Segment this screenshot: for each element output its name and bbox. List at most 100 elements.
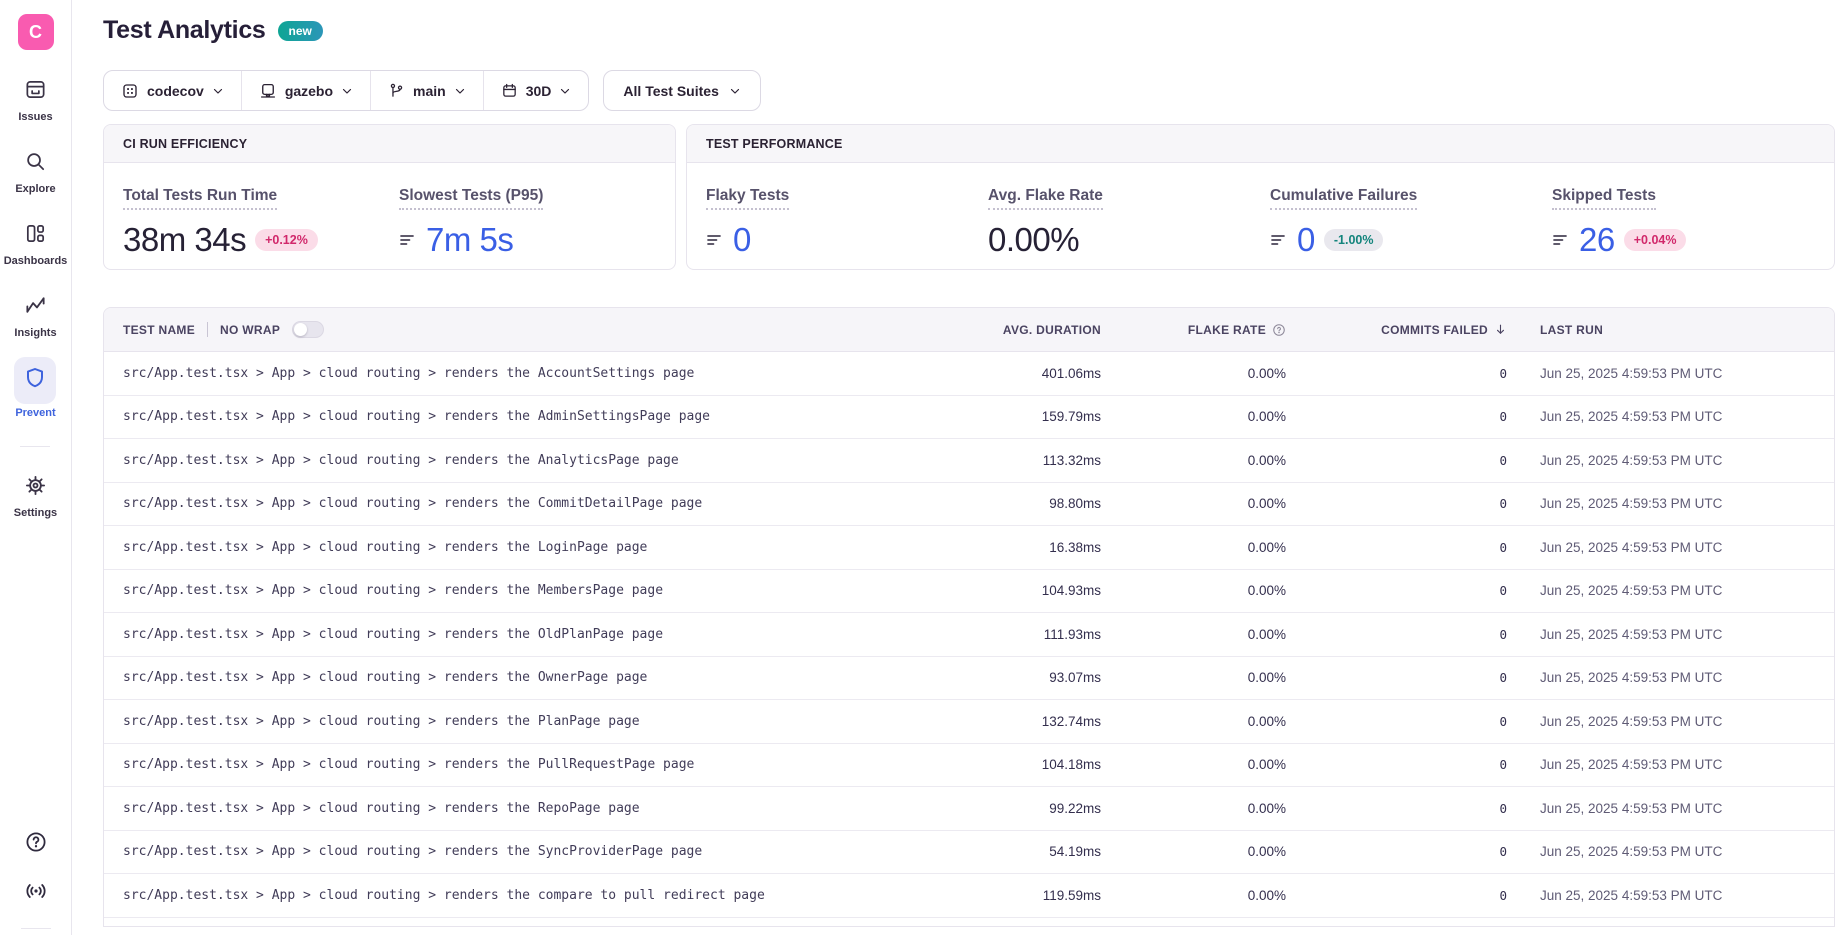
git-branch-icon [388,82,405,99]
flake-rate-cell: 0.00% [1101,627,1286,642]
sidebar-item-label: Insights [14,327,56,339]
metric-avg-flake-rate: Avg. Flake Rate 0.00% [988,187,1270,259]
calendar-icon [501,82,518,99]
metric-label[interactable]: Slowest Tests (P95) [399,187,543,210]
commits-failed-cell: 0 [1286,888,1507,903]
avg-duration-cell: 99.22ms [981,801,1101,816]
commits-failed-header[interactable]: COMMITS FAILED [1381,323,1488,337]
ci-run-efficiency-panel: CI RUN EFFICIENCY Total Tests Run Time 3… [103,124,676,270]
metric-label[interactable]: Skipped Tests [1552,187,1656,210]
metric-label[interactable]: Avg. Flake Rate [988,187,1103,210]
test-suites-dropdown[interactable]: All Test Suites [603,70,760,111]
metric-cumulative-failures: Cumulative Failures 0 -1.00% [1270,187,1552,259]
last-run-header[interactable]: LAST RUN [1540,323,1603,337]
table-row[interactable]: src/App.test.tsx > App > cloud routing >… [104,570,1834,614]
filter-lines-icon[interactable] [706,231,724,249]
table-row[interactable]: src/App.test.tsx > App > cloud routing >… [104,352,1834,396]
org-filter-value: codecov [147,83,204,99]
avg-duration-header[interactable]: AVG. DURATION [1003,323,1101,337]
flake-rate-cell: 0.00% [1101,540,1286,555]
table-row[interactable]: src/App.test.tsx > App > cloud routing >… [104,526,1834,570]
table-row[interactable]: src/App.test.tsx > App > cloud routing >… [104,787,1834,831]
metric-value[interactable]: 0 [733,221,751,259]
sidebar-item-label: Explore [15,183,55,195]
sidebar-item-prevent[interactable]: Prevent [15,366,55,419]
sidebar-item-explore[interactable]: Explore [15,150,55,195]
test-name-header[interactable]: TEST NAME [123,323,195,337]
no-wrap-label: NO WRAP [220,323,280,337]
chevron-down-icon [454,85,466,97]
table-row[interactable]: src/App.test.tsx > App > cloud routing >… [104,831,1834,875]
test-name-cell: src/App.test.tsx > App > cloud routing >… [104,496,981,511]
sidebar-item-settings[interactable]: Settings [14,474,57,519]
table-row[interactable]: src/App.test.tsx > App > cloud routing >… [104,874,1834,918]
metric-value[interactable]: 7m 5s [426,221,513,259]
test-name-cell: src/App.test.tsx > App > cloud routing >… [104,844,981,859]
last-run-cell: Jun 25, 2025 4:59:53 PM UTC [1507,844,1834,859]
filter-lines-icon[interactable] [399,231,417,249]
codecov-logo[interactable]: C [18,14,54,50]
info-icon[interactable] [1272,323,1286,337]
insights-chart-icon [24,294,47,322]
sidebar-item-dashboards[interactable]: Dashboards [4,222,68,267]
table-row[interactable]: src/App.test.tsx > App > cloud routing >… [104,744,1834,788]
org-icon [121,82,139,100]
chevron-down-icon [341,85,353,97]
sidebar-bottom [21,830,51,935]
sort-desc-arrow-icon[interactable] [1494,323,1507,336]
metric-value[interactable]: 26 [1579,221,1615,259]
sidebar-item-issues[interactable]: Issues [18,78,52,123]
flake-rate-header[interactable]: FLAKE RATE [1188,323,1266,337]
metric-label[interactable]: Cumulative Failures [1270,187,1417,210]
last-run-cell: Jun 25, 2025 4:59:53 PM UTC [1507,670,1834,685]
metric-value[interactable]: 0 [1297,221,1315,259]
gear-icon [24,474,47,502]
commits-failed-cell: 0 [1286,409,1507,424]
filter-lines-icon[interactable] [1552,231,1570,249]
table-row[interactable]: src/App.test.tsx > App > cloud routing >… [104,439,1834,483]
avg-duration-cell: 104.18ms [981,757,1101,772]
tests-table: TEST NAME NO WRAP AVG. DURATION FLAKE RA… [103,307,1835,927]
chevron-down-icon [559,85,571,97]
avg-duration-cell: 54.19ms [981,844,1101,859]
sidebar: C Issues E [0,0,72,935]
date-range-dropdown[interactable]: 30D [483,71,589,110]
repo-filter-value: gazebo [285,83,333,99]
branch-filter-dropdown[interactable]: main [370,71,483,110]
trend-badge: +0.12% [255,229,318,251]
chevron-down-icon [212,85,224,97]
test-name-cell: src/App.test.tsx > App > cloud routing >… [104,670,981,685]
page-header: Test Analytics new [103,16,1835,45]
repo-icon [259,82,277,100]
metric-label[interactable]: Total Tests Run Time [123,187,277,210]
no-wrap-toggle[interactable] [292,321,324,338]
sidebar-nav: Issues Explore [4,78,68,519]
avg-duration-cell: 113.32ms [981,453,1101,468]
repo-filter-dropdown[interactable]: gazebo [241,71,370,110]
help-icon[interactable] [24,830,48,859]
test-name-cell: src/App.test.tsx > App > cloud routing >… [104,366,981,381]
table-row[interactable]: src/App.test.tsx > App > cloud routing >… [104,657,1834,701]
test-name-cell: src/App.test.tsx > App > cloud routing >… [104,801,981,816]
commits-failed-cell: 0 [1286,540,1507,555]
metric-label[interactable]: Flaky Tests [706,187,789,210]
broadcast-icon[interactable] [23,879,49,908]
new-badge: new [278,21,323,41]
last-run-cell: Jun 25, 2025 4:59:53 PM UTC [1507,757,1834,772]
table-row[interactable]: src/App.test.tsx > App > cloud routing >… [104,396,1834,440]
flake-rate-cell: 0.00% [1101,583,1286,598]
sidebar-item-label: Dashboards [4,255,68,267]
last-run-cell: Jun 25, 2025 4:59:53 PM UTC [1507,366,1834,381]
org-filter-dropdown[interactable]: codecov [104,71,241,110]
test-suites-value: All Test Suites [623,83,718,99]
page-title: Test Analytics [103,16,266,45]
test-name-cell: src/App.test.tsx > App > cloud routing >… [104,888,981,903]
metric-value: 0.00% [988,221,1079,259]
last-run-cell: Jun 25, 2025 4:59:53 PM UTC [1507,888,1834,903]
filter-lines-icon[interactable] [1270,231,1288,249]
sidebar-item-insights[interactable]: Insights [14,294,56,339]
table-row[interactable]: src/App.test.tsx > App > cloud routing >… [104,700,1834,744]
sidebar-bottom-divider [21,928,51,929]
table-row[interactable]: src/App.test.tsx > App > cloud routing >… [104,483,1834,527]
table-row[interactable]: src/App.test.tsx > App > cloud routing >… [104,613,1834,657]
